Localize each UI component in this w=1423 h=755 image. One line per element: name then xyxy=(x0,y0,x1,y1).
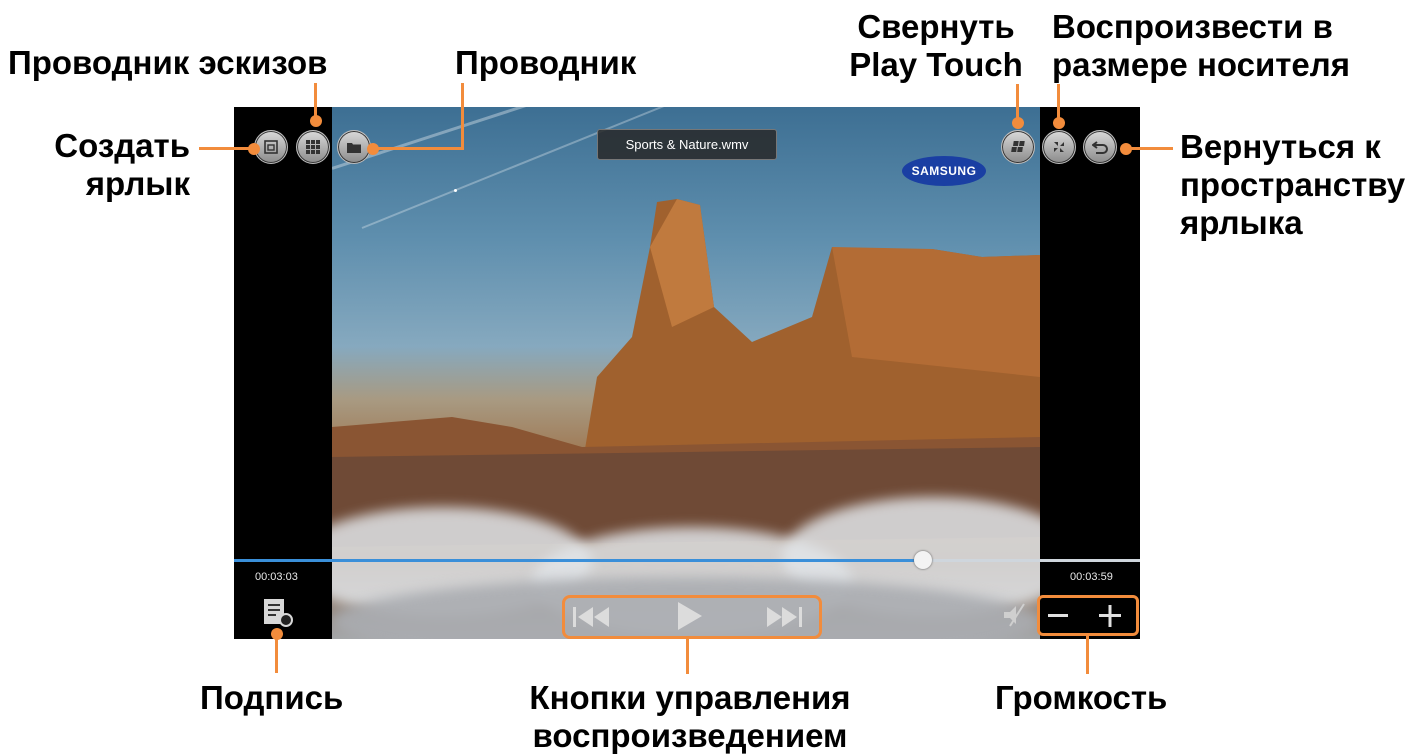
play-button[interactable] xyxy=(675,600,705,637)
leader-line xyxy=(374,147,464,150)
callout-caption: Подпись xyxy=(200,679,344,716)
mute-icon xyxy=(1004,603,1025,627)
leader-line xyxy=(461,83,464,149)
grid-icon xyxy=(306,140,320,154)
video-player: Sports & Nature.wmv SAMSUNG 00:03:03 00:… xyxy=(234,107,1140,639)
volume-up-icon xyxy=(1099,605,1121,627)
callout-volume: Громкость xyxy=(995,679,1168,716)
file-title: Sports & Nature.wmv xyxy=(597,129,777,160)
mute-button[interactable] xyxy=(1002,602,1026,633)
progress-fill xyxy=(234,559,923,562)
previous-icon xyxy=(573,607,609,627)
callout-play-media-size: Воспроизвести в размере носителя xyxy=(1052,8,1350,83)
leader-dot xyxy=(248,143,260,155)
leader-line xyxy=(686,638,689,674)
leader-dot xyxy=(1120,143,1132,155)
leader-line xyxy=(275,635,278,673)
leader-line xyxy=(199,147,255,150)
playback-controls xyxy=(562,595,822,639)
volume-controls xyxy=(1037,595,1139,636)
play-icon xyxy=(678,602,702,630)
play-media-size-button[interactable] xyxy=(1042,130,1076,164)
bird xyxy=(454,189,457,192)
volume-up-button[interactable] xyxy=(1098,604,1122,633)
shrink-icon xyxy=(1052,140,1066,154)
samsung-logo: SAMSUNG xyxy=(902,156,986,186)
back-arrow-icon xyxy=(1092,141,1108,154)
total-time: 00:03:59 xyxy=(1070,571,1113,583)
minimize-button[interactable] xyxy=(1001,130,1035,164)
folder-icon xyxy=(347,143,361,153)
callout-minimize: Свернуть Play Touch xyxy=(849,8,1023,83)
next-button[interactable] xyxy=(765,605,807,634)
progress-knob[interactable] xyxy=(913,551,932,569)
volume-down-icon xyxy=(1048,614,1068,617)
caption-button[interactable] xyxy=(262,598,296,630)
callout-explorer: Проводник xyxy=(455,44,637,81)
callout-create-shortcut: Создать ярлык xyxy=(54,127,190,202)
previous-button[interactable] xyxy=(571,605,613,634)
caption-icon xyxy=(264,599,293,627)
leader-dot xyxy=(367,143,379,155)
shortcut-icon xyxy=(264,140,278,154)
leader-dot xyxy=(271,628,283,640)
leader-line xyxy=(1125,147,1173,150)
leader-line xyxy=(1086,635,1089,674)
leader-dot xyxy=(1053,117,1065,129)
windows-icon xyxy=(1011,141,1025,152)
callout-return-shortcut: Вернуться к пространству ярлыка xyxy=(1180,128,1406,241)
volume-down-button[interactable] xyxy=(1047,606,1069,631)
callout-playback-controls: Кнопки управления воспроизведением xyxy=(529,679,851,754)
elapsed-time: 00:03:03 xyxy=(255,571,298,583)
next-icon xyxy=(767,607,802,627)
callout-thumbnail-explorer: Проводник эскизов xyxy=(8,44,328,81)
thumbnail-explorer-button[interactable] xyxy=(296,130,330,164)
leader-dot xyxy=(310,115,322,127)
return-shortcut-button[interactable] xyxy=(1083,130,1117,164)
leader-dot xyxy=(1012,117,1024,129)
explorer-button[interactable] xyxy=(337,130,371,164)
